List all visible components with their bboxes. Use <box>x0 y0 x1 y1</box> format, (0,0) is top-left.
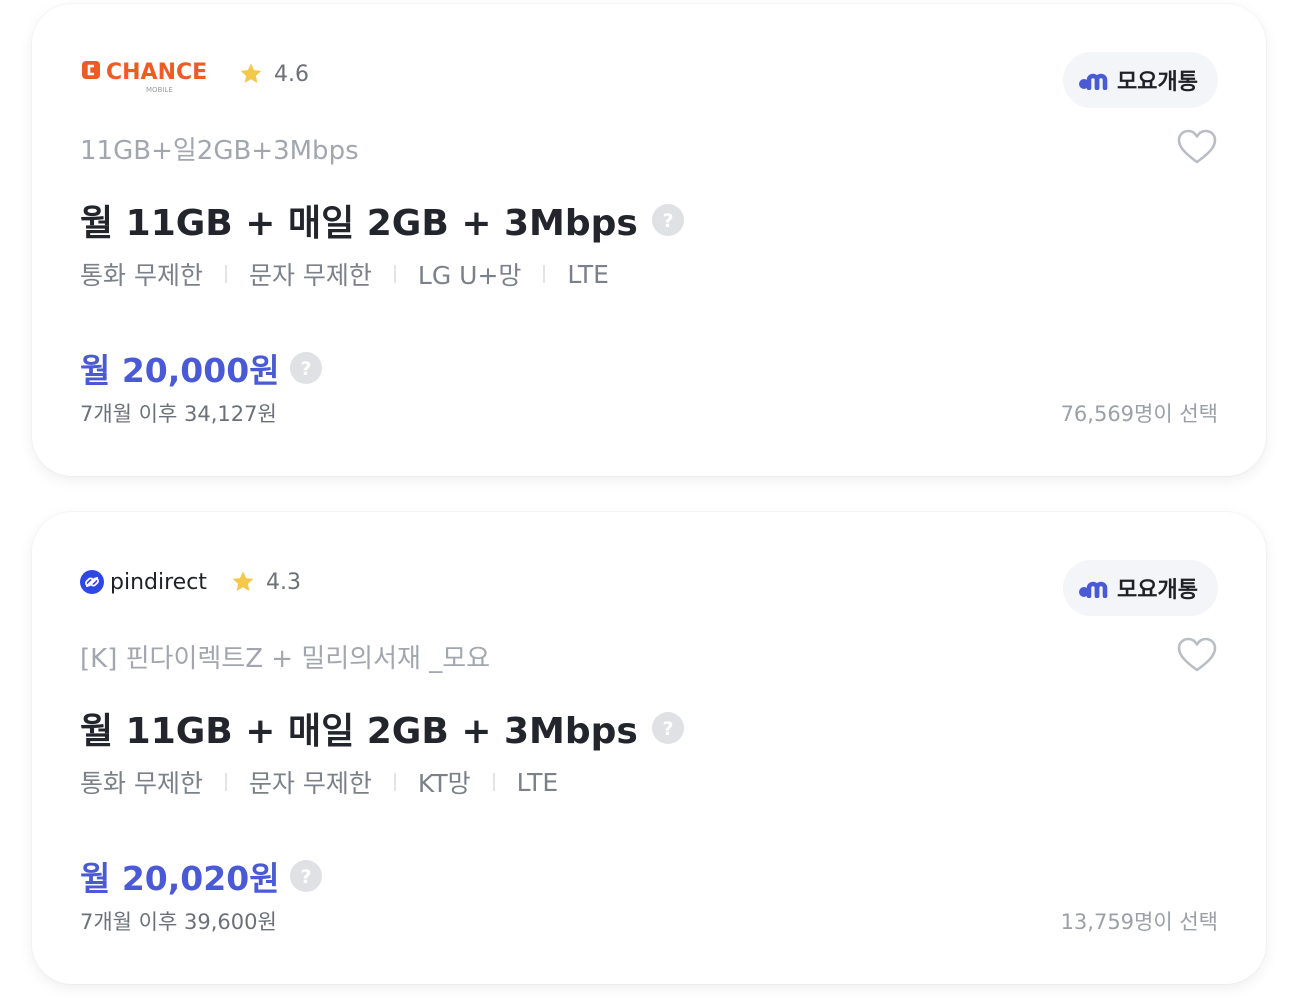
moyo-open-badge: 모요개통 <box>1063 52 1218 108</box>
monthly-price: 월 20,000원 ? <box>80 344 322 392</box>
heart-icon[interactable] <box>1176 128 1218 168</box>
feature-sms: 문자 무제한 <box>248 769 372 798</box>
monthly-price-text: 월 20,020원 <box>80 859 280 898</box>
plan-list: CHANCE MOBILE 4.6 모요개통 11GB+일2GB+3Mbps 월… <box>0 0 1296 1008</box>
star-icon <box>232 571 254 591</box>
plan-name: [K] 핀다이렉트Z + 밀리의서재 _모요 <box>80 644 491 674</box>
heart-icon[interactable] <box>1176 636 1218 676</box>
feature-sms: 문자 무제한 <box>248 261 372 290</box>
divider <box>224 773 227 791</box>
divider <box>224 265 227 283</box>
plan-title: 월 11GB + 매일 2GB + 3Mbps ? <box>80 702 684 754</box>
chance-logo-text: CHANCE <box>106 60 207 85</box>
feature-call: 통화 무제한 <box>80 261 203 290</box>
monthly-price: 월 20,020원 ? <box>80 852 322 900</box>
moyo-logo-icon <box>1079 581 1108 598</box>
moyo-open-badge: 모요개통 <box>1063 560 1218 616</box>
moyo-logo-icon <box>1079 73 1108 90</box>
provider-rating: 4.6 <box>274 61 309 87</box>
chance-mobile-logo: CHANCE MOBILE <box>80 52 226 96</box>
plan-title: 월 11GB + 매일 2GB + 3Mbps ? <box>80 194 684 246</box>
svg-text:?: ? <box>662 210 673 232</box>
pindirect-logo: pindirect <box>80 562 218 602</box>
selected-count: 13,759명이 선택 <box>1060 910 1218 934</box>
svg-text:?: ? <box>300 866 311 888</box>
feature-type: LTE <box>516 767 559 797</box>
divider <box>492 773 495 791</box>
divider <box>393 773 396 791</box>
provider-row: pindirect 4.3 <box>80 562 301 602</box>
plan-card[interactable]: CHANCE MOBILE 4.6 모요개통 11GB+일2GB+3Mbps 월… <box>32 4 1266 476</box>
provider-rating: 4.3 <box>266 569 301 595</box>
provider-row: CHANCE MOBILE 4.6 <box>80 54 309 94</box>
svg-text:?: ? <box>300 358 311 380</box>
question-circle-icon[interactable]: ? <box>289 860 322 892</box>
chance-logo-subtext: MOBILE <box>146 86 173 94</box>
feature-call: 통화 무제한 <box>80 769 203 798</box>
plan-title-text: 월 11GB + 매일 2GB + 3Mbps <box>80 711 638 752</box>
after-discount-price: 7개월 이후 39,600원 <box>80 910 277 934</box>
feature-network: LG U+망 <box>417 261 522 290</box>
question-circle-icon[interactable]: ? <box>651 204 684 236</box>
pindirect-logo-text: pindirect <box>110 570 207 595</box>
feature-network: KT망 <box>417 769 471 798</box>
star-icon <box>240 63 262 83</box>
feature-list: 통화 무제한 문자 무제한 KT망 LTE <box>80 764 558 800</box>
selected-count: 76,569명이 선택 <box>1060 402 1218 426</box>
monthly-price-text: 월 20,000원 <box>80 351 280 390</box>
question-circle-icon[interactable]: ? <box>289 352 322 384</box>
feature-type: LTE <box>567 259 609 289</box>
plan-name: 11GB+일2GB+3Mbps <box>80 136 359 166</box>
feature-list: 통화 무제한 문자 무제한 LG U+망 LTE <box>80 256 609 292</box>
plan-title-text: 월 11GB + 매일 2GB + 3Mbps <box>80 203 638 244</box>
after-discount-price: 7개월 이후 34,127원 <box>80 402 277 426</box>
plan-card[interactable]: pindirect 4.3 모요개통 [K] 핀다이렉트Z + 밀리의서재 _모… <box>32 512 1266 984</box>
question-circle-icon[interactable]: ? <box>651 712 684 744</box>
divider <box>393 265 396 283</box>
svg-text:?: ? <box>662 718 673 740</box>
moyo-badge-label: 모요개통 <box>1117 70 1198 95</box>
moyo-badge-label: 모요개통 <box>1117 578 1198 603</box>
divider <box>543 265 546 283</box>
